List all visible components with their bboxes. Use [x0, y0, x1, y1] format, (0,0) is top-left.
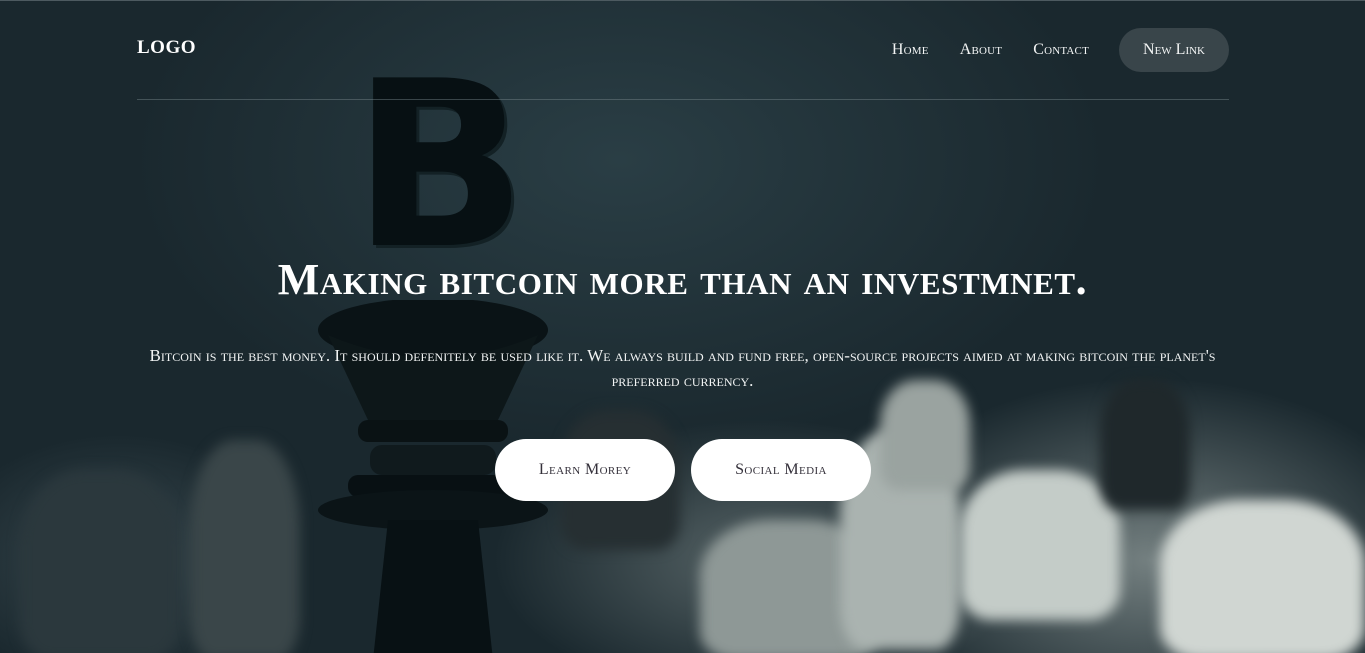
bitcoin-icon: B	[352, 33, 528, 300]
blurred-chess-piece	[880, 380, 970, 490]
nav-contact-link[interactable]: Contact	[1033, 41, 1089, 59]
header-divider	[137, 99, 1229, 100]
blurred-chess-piece	[1100, 380, 1190, 510]
blurred-chess-piece	[1160, 500, 1365, 653]
new-link-button[interactable]: New Link	[1119, 28, 1229, 72]
hero-subtext: Bitcoin is the best money. It should def…	[149, 346, 1216, 390]
blurred-chess-piece	[190, 440, 300, 653]
hero-button-row: Learn Morey Social Media	[495, 439, 887, 501]
blurred-chess-piece	[20, 470, 180, 653]
learn-more-button[interactable]: Learn Morey	[495, 439, 675, 501]
logo[interactable]: LOGO	[137, 37, 196, 59]
nav-home-link[interactable]: Home	[892, 41, 929, 59]
nav-about-link[interactable]: About	[960, 41, 1003, 59]
social-media-button[interactable]: Social Media	[691, 439, 871, 501]
blurred-chess-piece	[960, 470, 1120, 620]
main-nav: Home About Contact New Link	[861, 28, 1229, 72]
top-border	[0, 0, 1365, 1]
hero-background: B	[0, 0, 1365, 653]
hero-headline: Making bitcoin more than an investmnet.	[277, 255, 1088, 304]
